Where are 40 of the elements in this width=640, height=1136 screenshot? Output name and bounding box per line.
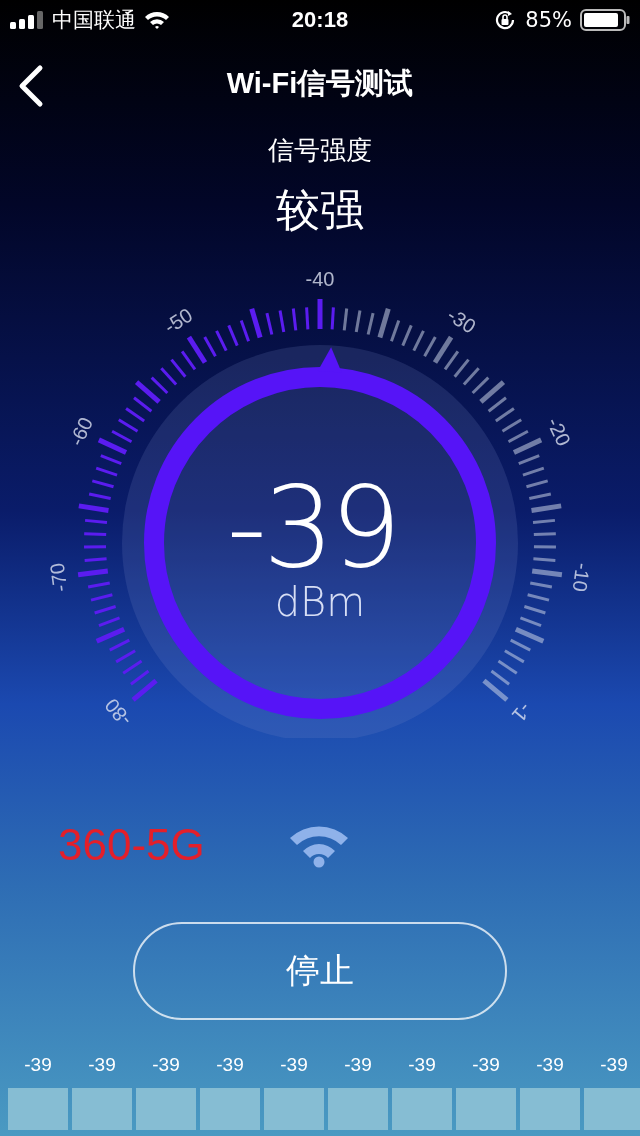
scale-label: -40: [305, 268, 335, 291]
carrier-name: 中国联通: [52, 7, 136, 34]
history-bar: [8, 1088, 68, 1130]
signal-quality: 较强: [275, 183, 365, 237]
scale-label: -80: [100, 694, 136, 731]
history-value: -39: [24, 1053, 52, 1077]
history-bar: [264, 1088, 324, 1130]
history-value: -39: [408, 1053, 436, 1077]
scale-label: -30: [443, 303, 480, 338]
history-value: -39: [472, 1053, 500, 1077]
signal-strength-label: 信号强度: [267, 134, 373, 167]
scale-label: -20: [542, 413, 576, 450]
history-value: -39: [216, 1053, 244, 1077]
cellular-signal-icon: [10, 11, 44, 29]
scale-label: -10: [568, 561, 595, 594]
scale-label: -60: [64, 413, 98, 450]
history-value: -39: [344, 1053, 372, 1077]
stop-button[interactable]: 停止: [133, 922, 507, 1020]
scale-label: -70: [45, 561, 72, 594]
wifi-icon: [144, 10, 170, 30]
history-bar: [136, 1088, 196, 1130]
history-value: -39: [280, 1053, 308, 1077]
battery-percent: 85%: [525, 8, 572, 32]
history-bar: [72, 1088, 132, 1130]
history-bar: [328, 1088, 388, 1130]
clock-time: 20:18: [291, 7, 349, 33]
scale-label: -1: [507, 698, 537, 727]
history-bar: [520, 1088, 580, 1130]
history-value: -39: [536, 1053, 564, 1077]
history-bar: [584, 1088, 640, 1130]
history-value: -39: [152, 1053, 180, 1077]
history-bar: [456, 1088, 516, 1130]
page-title: Wi-Fi信号测试: [226, 66, 414, 101]
battery-icon: [580, 9, 630, 31]
history-value: -39: [600, 1053, 628, 1077]
history-bar: [392, 1088, 452, 1130]
history-bar: [200, 1088, 260, 1130]
network-name: 360-5G: [58, 820, 206, 870]
scale-label: -50: [160, 303, 197, 338]
history-value: -39: [88, 1053, 116, 1077]
